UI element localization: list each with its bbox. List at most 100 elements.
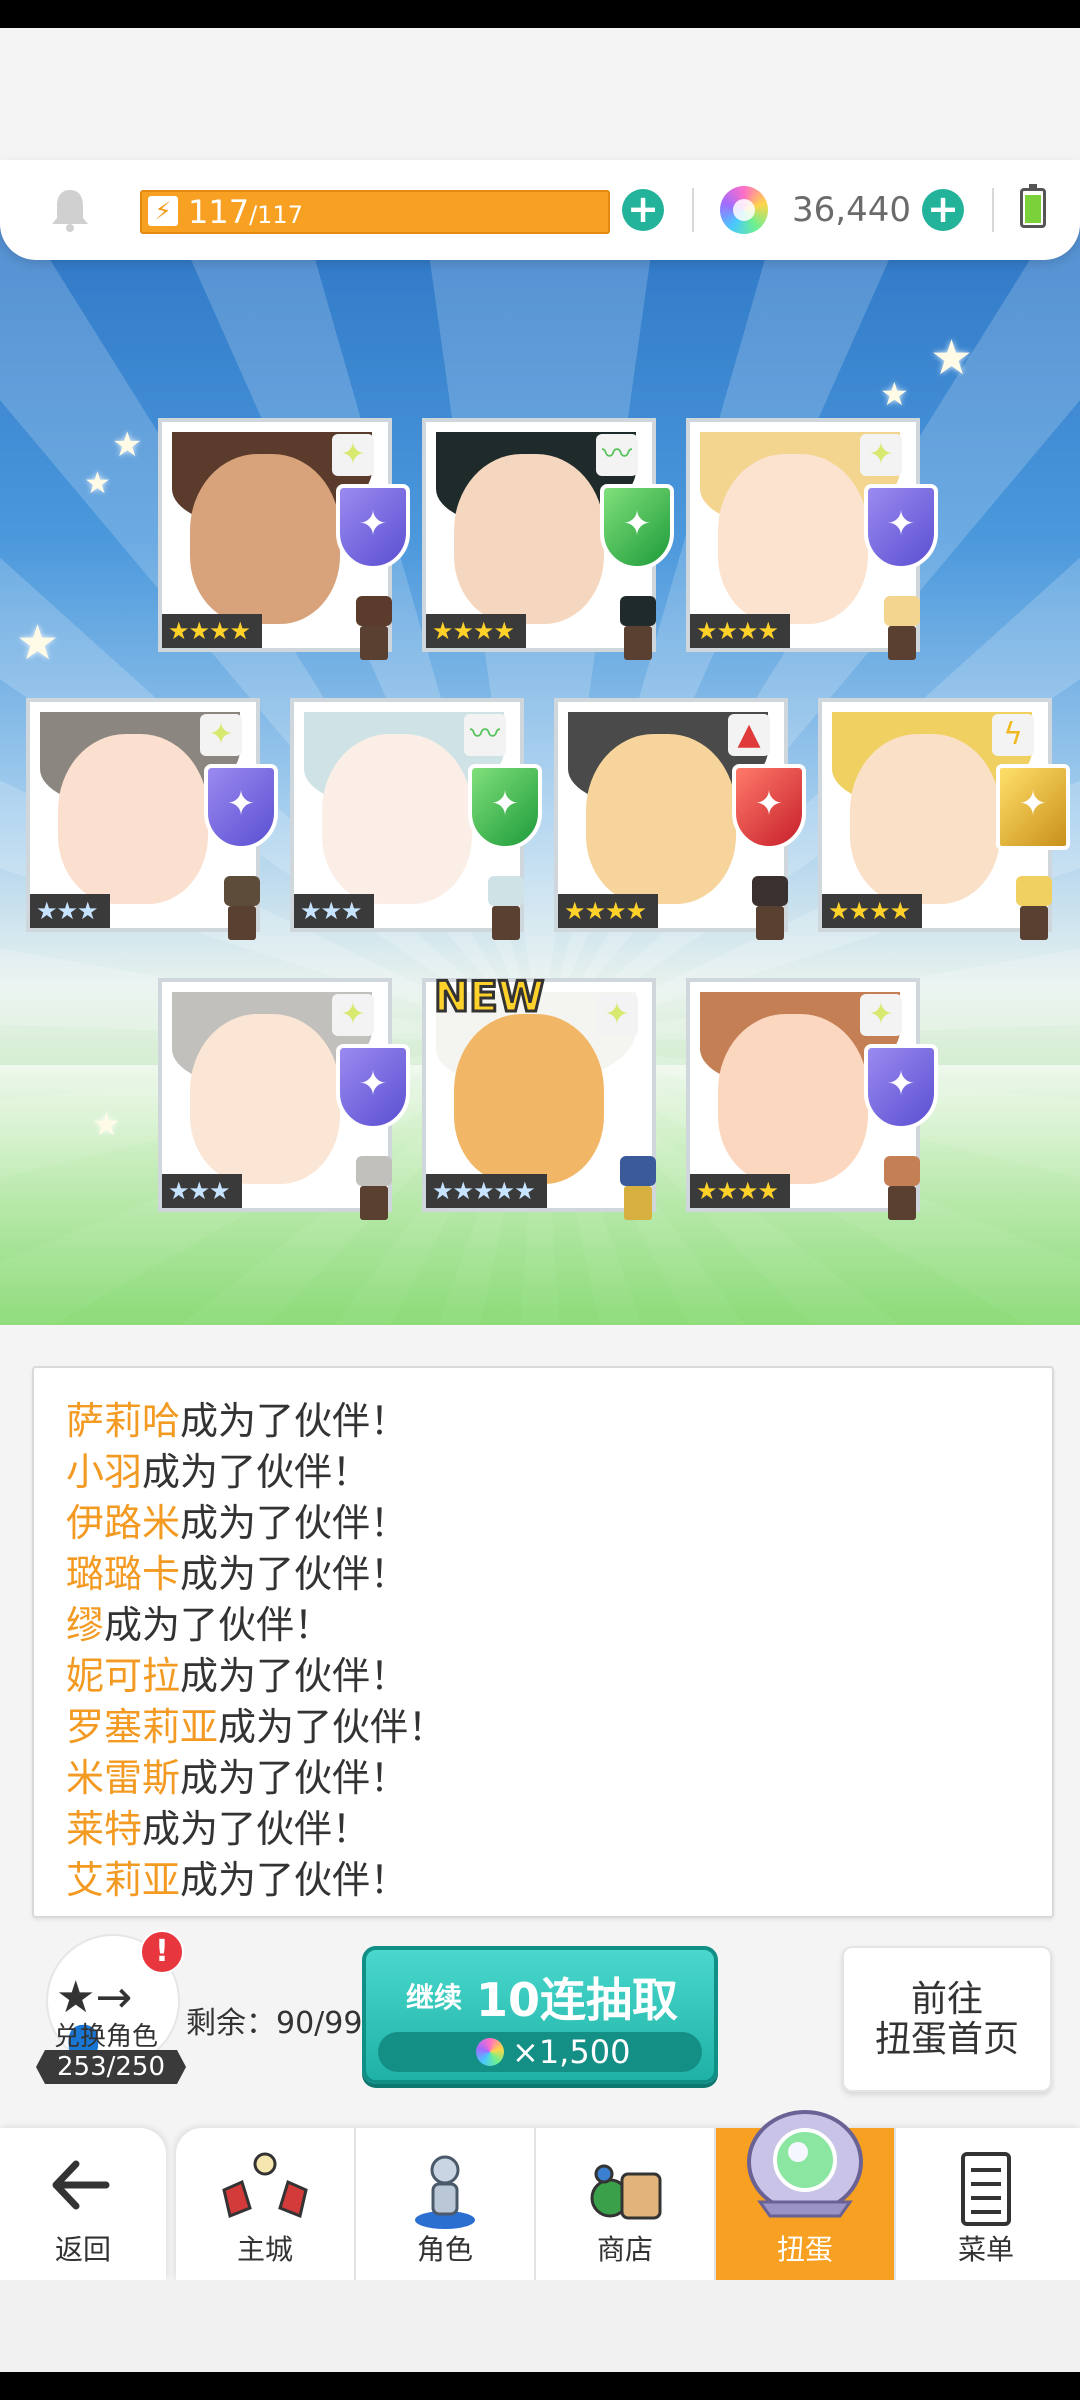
lightning-icon: ⚡ — [148, 196, 178, 226]
resource-bar: ⚡ 117/117 + 36,440 + — [0, 160, 1080, 260]
wind-element-icon: 〰 — [596, 434, 638, 476]
rainbow-gem-icon — [476, 2038, 504, 2066]
continue-label: 继续 — [406, 1981, 463, 2014]
character-card[interactable]: ✦ ★★★★ — [686, 418, 938, 660]
exchange-count: 253/250 — [36, 2050, 186, 2084]
star-icon: ★ — [880, 375, 909, 413]
log-entry: 璐璐卡成为了伙伴！ — [66, 1552, 409, 1596]
rarity-stars: ★★★ — [30, 894, 110, 928]
pixel-sprite — [874, 1156, 930, 1226]
log-entry: 莱特成为了伙伴！ — [66, 1807, 371, 1851]
rarity-stars: ★★★★ — [558, 894, 659, 928]
exchange-character-button[interactable]: ★→👤 ! 兑换角色 253/250 — [36, 1930, 186, 2084]
gacha-home-button[interactable]: 前往 扭蛋首页 — [842, 1946, 1052, 2092]
stamina-bar: ⚡ 117/117 — [140, 190, 610, 234]
gacha-orb-icon — [747, 2110, 863, 2218]
light-gem-icon — [336, 484, 410, 570]
rarity-stars: ★★★★ — [162, 614, 263, 648]
shop-bag-icon — [590, 2164, 662, 2220]
character-card[interactable]: ✦ ★★★★ — [158, 418, 410, 660]
log-entry: 艾莉亚成为了伙伴！ — [66, 1858, 409, 1902]
rarity-stars: ★★★★ — [690, 1174, 791, 1208]
character-card[interactable]: ✦ ★★★ — [158, 978, 410, 1220]
gacha-result-area: ★ ★ ★ ★ ★ ★ ✦ ★★★★ 〰 ★★★★ ✦ ★★★★ — [0, 200, 1080, 1325]
divider — [992, 188, 994, 232]
thunder-gem-icon — [996, 764, 1070, 850]
pixel-sprite — [214, 876, 270, 946]
pixel-sprite — [346, 596, 402, 666]
add-gems-button[interactable]: + — [922, 189, 964, 231]
light-element-icon: ✦ — [596, 994, 638, 1036]
system-status-bar — [0, 0, 1080, 28]
alert-badge: ! — [140, 1930, 184, 1974]
character-card[interactable]: NEW ✦ ★★★★★ — [422, 971, 656, 1220]
light-gem-icon — [336, 1044, 410, 1130]
wind-gem-icon — [600, 484, 674, 570]
rarity-stars: ★★★★ — [690, 614, 791, 648]
tab-character[interactable]: 角色 — [356, 2128, 536, 2280]
thunder-element-icon: ϟ — [992, 714, 1034, 756]
remaining-count: 剩余：90/99 — [186, 2006, 363, 2041]
character-card[interactable]: ϟ ★★★★ — [818, 698, 1070, 940]
add-stamina-button[interactable]: + — [622, 189, 664, 231]
light-element-icon: ✦ — [332, 434, 374, 476]
light-gem-icon — [204, 764, 278, 850]
recruit-log[interactable]: 萨莉哈成为了伙伴！ 小羽成为了伙伴！ 伊路米成为了伙伴！ 璐璐卡成为了伙伴！ 缪… — [32, 1366, 1054, 1918]
bottom-tab-bar: 返回 主城 角色 商店 扭蛋 菜单 — [0, 2110, 1080, 2280]
rarity-stars: ★★★ — [162, 1174, 242, 1208]
wind-element-icon: 〰 — [464, 714, 506, 756]
character-card[interactable]: ✦ ★★★ — [26, 698, 278, 940]
pull-label: 10连抽取 — [476, 1973, 679, 2027]
log-entry: 伊路米成为了伙伴！ — [66, 1501, 409, 1545]
tab-menu[interactable]: 菜单 — [896, 2128, 1076, 2280]
bell-icon[interactable] — [48, 186, 92, 234]
stamina-value: 117/117 — [188, 193, 303, 231]
star-icon: ★ — [16, 615, 60, 671]
pixel-sprite — [478, 876, 534, 946]
gem-count: 36,440 — [792, 190, 911, 230]
character-card[interactable]: ▲ ★★★★ — [554, 698, 806, 940]
pixel-sprite — [1006, 876, 1062, 946]
character-card[interactable]: 〰 ★★★ — [290, 698, 542, 940]
pull-cost: ×1,500 — [378, 2032, 702, 2072]
rarity-stars: ★★★★ — [822, 894, 923, 928]
character-card[interactable]: 〰 ★★★★ — [422, 418, 674, 660]
light-gem-icon — [864, 1044, 938, 1130]
system-nav-bar — [0, 2372, 1080, 2400]
star-icon: ★ — [930, 330, 974, 386]
star-icon: ★ — [92, 1105, 121, 1143]
pixel-sprite — [742, 876, 798, 946]
divider — [692, 188, 694, 232]
light-element-icon: ✦ — [332, 994, 374, 1036]
back-button[interactable]: 返回 — [0, 2128, 166, 2280]
tab-gacha[interactable]: 扭蛋 — [716, 2110, 896, 2280]
light-element-icon: ✦ — [200, 714, 242, 756]
new-badge: NEW — [432, 971, 545, 1023]
tab-shop[interactable]: 商店 — [536, 2128, 716, 2280]
exchange-label: 兑换角色 — [54, 2022, 159, 2052]
castle-icon — [222, 2152, 308, 2219]
log-entry: 缪成为了伙伴！ — [66, 1603, 333, 1647]
tab-city[interactable]: 主城 — [176, 2128, 356, 2280]
log-entry: 小羽成为了伙伴！ — [66, 1450, 371, 1494]
character-card[interactable]: ✦ ★★★★ — [686, 978, 938, 1220]
rarity-stars: ★★★★★ — [426, 1174, 547, 1208]
log-entry: 妮可拉成为了伙伴！ — [66, 1654, 409, 1698]
log-entry: 米雷斯成为了伙伴！ — [66, 1756, 409, 1800]
back-arrow-icon — [52, 2160, 110, 2210]
light-element-icon: ✦ — [860, 994, 902, 1036]
continue-10-pull-button[interactable]: 继续 10连抽取 ×1,500 — [362, 1946, 718, 2084]
pixel-sprite — [610, 1156, 666, 1226]
pixel-sprite — [346, 1156, 402, 1226]
light-gem-icon — [864, 484, 938, 570]
star-icon: ★ — [112, 425, 143, 465]
rarity-stars: ★★★★ — [426, 614, 527, 648]
pixel-sprite — [610, 596, 666, 666]
light-element-icon: ✦ — [860, 434, 902, 476]
wind-gem-icon — [468, 764, 542, 850]
bottom-spacer — [0, 2280, 1080, 2372]
battery-icon — [1020, 184, 1046, 228]
fire-element-icon: ▲ — [728, 714, 770, 756]
character-bust-icon — [415, 2155, 475, 2229]
rarity-stars: ★★★ — [294, 894, 374, 928]
